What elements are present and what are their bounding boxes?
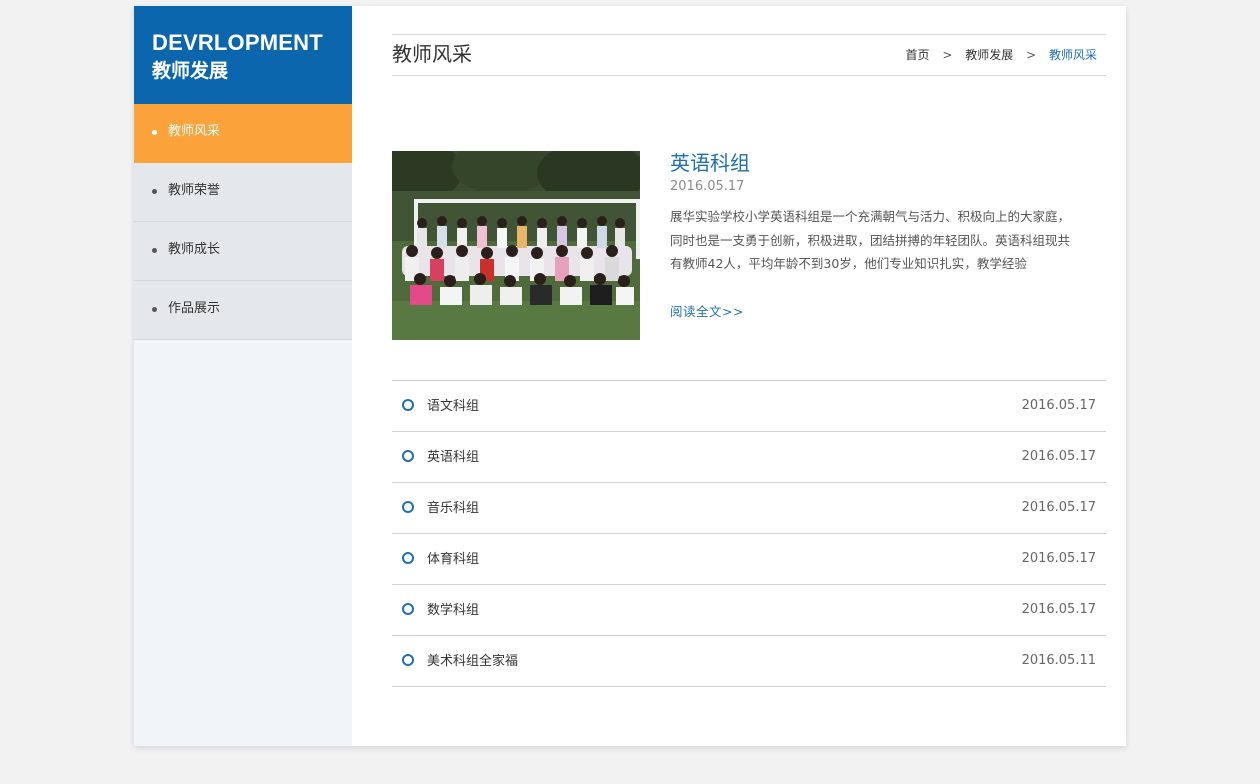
featured-title[interactable]: 英语科组	[670, 151, 1090, 175]
main-content: 教师风采 首页 > 教师发展 > 教师风采 英语科组 2016.05.17 展华…	[392, 34, 1106, 687]
list-item[interactable]: 音乐科组 2016.05.17	[392, 483, 1106, 534]
sidebar-item-label: 作品展示	[168, 301, 221, 316]
circle-bullet-icon	[402, 603, 414, 615]
breadcrumb-current: 教师风采	[1048, 48, 1097, 62]
list-item-date: 2016.05.17	[1021, 398, 1096, 413]
list-item[interactable]: 美术科组全家福 2016.05.11	[392, 636, 1106, 687]
sidebar-item-label: 教师荣誉	[168, 183, 221, 198]
sidebar-item-teacher-growth[interactable]: 教师成长	[134, 222, 352, 281]
breadcrumb-separator: >	[1026, 48, 1037, 62]
sidebar-item-label: 教师成长	[168, 242, 221, 257]
page-card: DEVRLOPMENT 教师发展 教师风采 教师荣誉 教师成长 作品展示 教师风…	[134, 6, 1126, 746]
circle-bullet-icon	[402, 450, 414, 462]
list-item-title: 音乐科组	[427, 501, 480, 516]
brand-title-cn: 教师发展	[152, 60, 229, 82]
circle-bullet-icon	[402, 654, 414, 666]
breadcrumb-separator: >	[942, 48, 953, 62]
list-item[interactable]: 语文科组 2016.05.17	[392, 381, 1106, 432]
list-item-date: 2016.05.11	[1021, 653, 1096, 668]
sidebar-item-label: 教师风采	[168, 124, 221, 139]
list-item[interactable]: 英语科组 2016.05.17	[392, 432, 1106, 483]
sidebar-brand: DEVRLOPMENT 教师发展	[134, 6, 352, 104]
featured-date: 2016.05.17	[670, 179, 745, 194]
featured-text: 英语科组 2016.05.17 展华实验学校小学英语科组是一个充满朝气与活力、积…	[670, 151, 1090, 320]
breadcrumb: 首页 > 教师发展 > 教师风采	[906, 47, 1097, 63]
sidebar-item-works[interactable]: 作品展示	[134, 281, 352, 340]
page-title: 教师风采	[392, 42, 472, 66]
sidebar-nav: 教师风采 教师荣誉 教师成长 作品展示	[134, 104, 352, 340]
list-item[interactable]: 数学科组 2016.05.17	[392, 585, 1106, 636]
news-list: 语文科组 2016.05.17 英语科组 2016.05.17 音乐科组 201…	[392, 380, 1106, 687]
bullet-dot-icon	[152, 130, 157, 135]
list-item-title: 美术科组全家福	[427, 654, 519, 669]
list-item-title: 数学科组	[427, 603, 480, 618]
list-item-date: 2016.05.17	[1021, 449, 1096, 464]
sidebar-item-teacher-style[interactable]: 教师风采	[134, 104, 352, 163]
breadcrumb-parent-link[interactable]: 教师发展	[965, 48, 1013, 62]
list-item-title: 英语科组	[427, 450, 480, 465]
circle-bullet-icon	[402, 501, 414, 513]
list-item-date: 2016.05.17	[1021, 602, 1096, 617]
brand-title-en: DEVRLOPMENT	[152, 30, 323, 55]
read-more-link[interactable]: 阅读全文>>	[670, 301, 744, 320]
bullet-dot-icon	[152, 307, 157, 312]
bullet-dot-icon	[152, 248, 157, 253]
featured-description: 展华实验学校小学英语科组是一个充满朝气与活力、积极向上的大家庭，同时也是一支勇于…	[670, 209, 1071, 271]
featured-article: 英语科组 2016.05.17 展华实验学校小学英语科组是一个充满朝气与活力、积…	[392, 76, 1106, 340]
list-item-date: 2016.05.17	[1021, 500, 1096, 515]
circle-bullet-icon	[402, 399, 414, 411]
sidebar: DEVRLOPMENT 教师发展 教师风采 教师荣誉 教师成长 作品展示	[134, 6, 352, 746]
sidebar-item-teacher-honors[interactable]: 教师荣誉	[134, 163, 352, 222]
featured-photo[interactable]	[392, 151, 640, 340]
bullet-dot-icon	[152, 189, 157, 194]
list-item-title: 体育科组	[427, 552, 480, 567]
list-item-date: 2016.05.17	[1021, 551, 1096, 566]
list-item-title: 语文科组	[427, 399, 480, 414]
list-item[interactable]: 体育科组 2016.05.17	[392, 534, 1106, 585]
breadcrumb-home-link[interactable]: 首页	[906, 48, 930, 62]
circle-bullet-icon	[402, 552, 414, 564]
page-header: 教师风采 首页 > 教师发展 > 教师风采	[392, 34, 1106, 76]
